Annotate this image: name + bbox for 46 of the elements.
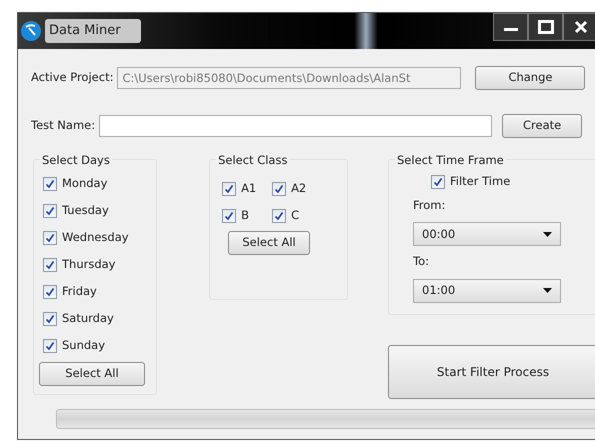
- checkbox[interactable]: [272, 208, 286, 222]
- checkbox-label: C: [291, 206, 300, 224]
- pickaxe-icon: [21, 21, 41, 41]
- maximize-icon: [538, 20, 554, 34]
- select-all-button[interactable]: Select All: [228, 231, 310, 255]
- minimize-button[interactable]: [493, 13, 528, 41]
- create-button[interactable]: Create: [502, 114, 582, 138]
- checkbox[interactable]: [43, 204, 57, 218]
- checkbox-label: Wednesday: [62, 228, 129, 246]
- dropdown-arrow-icon: [543, 288, 552, 293]
- field-label: Test Name:: [31, 117, 96, 134]
- checkbox[interactable]: [431, 174, 445, 188]
- checkbox[interactable]: [222, 182, 236, 196]
- to-time-dropdown[interactable]: 01:00: [413, 278, 561, 302]
- change-button[interactable]: Change: [475, 66, 586, 90]
- test-name-field[interactable]: [99, 115, 492, 137]
- close-icon: [574, 20, 588, 34]
- close-button[interactable]: [563, 13, 595, 41]
- checkbox-label: A2: [291, 180, 306, 197]
- checkbox[interactable]: [43, 258, 57, 272]
- checkbox-label: Friday: [62, 282, 97, 300]
- checkbox[interactable]: [43, 230, 57, 244]
- checkbox-label: Tuesday: [62, 202, 109, 219]
- checkbox[interactable]: [43, 338, 57, 352]
- dropdown-arrow-icon: [543, 232, 552, 237]
- checkbox-label: B: [241, 206, 249, 224]
- checkbox[interactable]: [43, 176, 57, 190]
- checkbox-label: Saturday: [62, 310, 114, 327]
- field-label: Active Project:: [31, 69, 114, 86]
- checkbox-label: Monday: [62, 174, 108, 192]
- start-filter-button[interactable]: Start Filter Process: [388, 345, 595, 399]
- checkbox[interactable]: [222, 208, 236, 222]
- checkbox[interactable]: [272, 182, 286, 196]
- select-all-button[interactable]: Select All: [39, 362, 145, 386]
- to-label: To:: [413, 253, 430, 270]
- from-time-dropdown[interactable]: 00:00: [413, 222, 561, 246]
- checkbox-label: A1: [241, 180, 256, 197]
- checkbox-label: Sunday: [62, 336, 106, 354]
- checkbox[interactable]: [43, 312, 57, 326]
- group-title: Select Days: [40, 152, 112, 170]
- checkbox[interactable]: [43, 284, 57, 298]
- from-label: From:: [413, 197, 446, 214]
- checkbox-label: Filter Time: [450, 172, 510, 190]
- checkbox-label: Thursday: [62, 256, 116, 273]
- maximize-button[interactable]: [528, 13, 563, 41]
- window-title: Data Miner: [45, 19, 141, 43]
